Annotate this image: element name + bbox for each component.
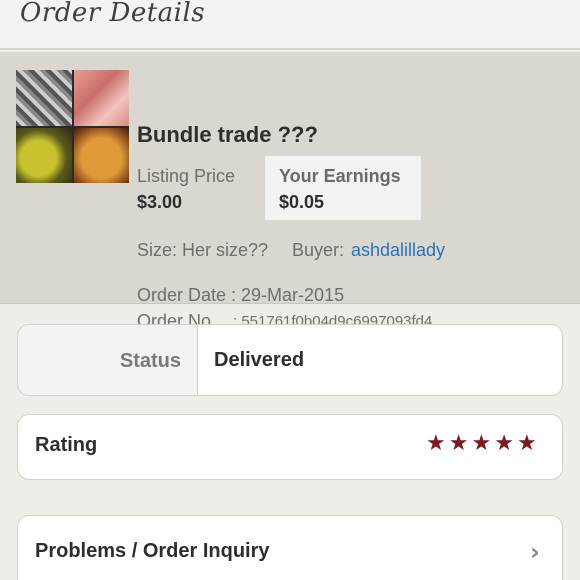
listing-price-label: Listing Price [137, 166, 236, 186]
listing-price-value: $3.00 [137, 192, 183, 212]
star-icon: ★ [494, 431, 514, 456]
problems-label: Problems / Order Inquiry [35, 540, 270, 562]
product-thumbnail[interactable] [16, 70, 129, 183]
earnings-label: Your Earnings [279, 166, 401, 186]
app-header: Order Details [0, 0, 580, 50]
status-value: Delivered [214, 349, 305, 371]
star-icon: ★ [516, 431, 537, 456]
buyer-label: Buyer: [292, 240, 345, 260]
product-title[interactable]: Bundle trade ??? [137, 122, 318, 148]
status-card: Status Delivered [17, 324, 563, 396]
star-icon: ★ [448, 431, 469, 456]
thumbnail-tile [16, 70, 72, 126]
thumbnail-tile [16, 127, 72, 183]
earnings-value: $0.05 [279, 192, 325, 212]
status-label-cell: Status [18, 325, 198, 395]
order-date: Order Date : 29-Mar-2015 [137, 285, 345, 305]
size-text: Size: Her size?? [137, 240, 269, 260]
status-label: Status [119, 350, 181, 372]
thumbnail-tile [73, 127, 129, 183]
page-title: Order Details [20, 0, 206, 28]
rating-label: Rating [35, 434, 98, 456]
problems-order-inquiry-row[interactable]: Problems / Order Inquiry › [17, 515, 563, 580]
buyer-link[interactable]: ashdalillady [351, 240, 445, 261]
rating-card[interactable]: Rating ★ ★ ★ ★ ★ [17, 414, 563, 480]
earnings-box: Your Earnings $0.05 [265, 156, 421, 220]
chevron-right-icon: › [530, 538, 540, 566]
rating-stars: ★ ★ ★ ★ ★ [426, 431, 537, 457]
star-icon: ★ [471, 431, 492, 456]
order-summary: Bundle trade ??? Listing Price $3.00 You… [0, 52, 580, 331]
star-icon: ★ [426, 431, 446, 456]
thumbnail-tile [73, 70, 129, 126]
